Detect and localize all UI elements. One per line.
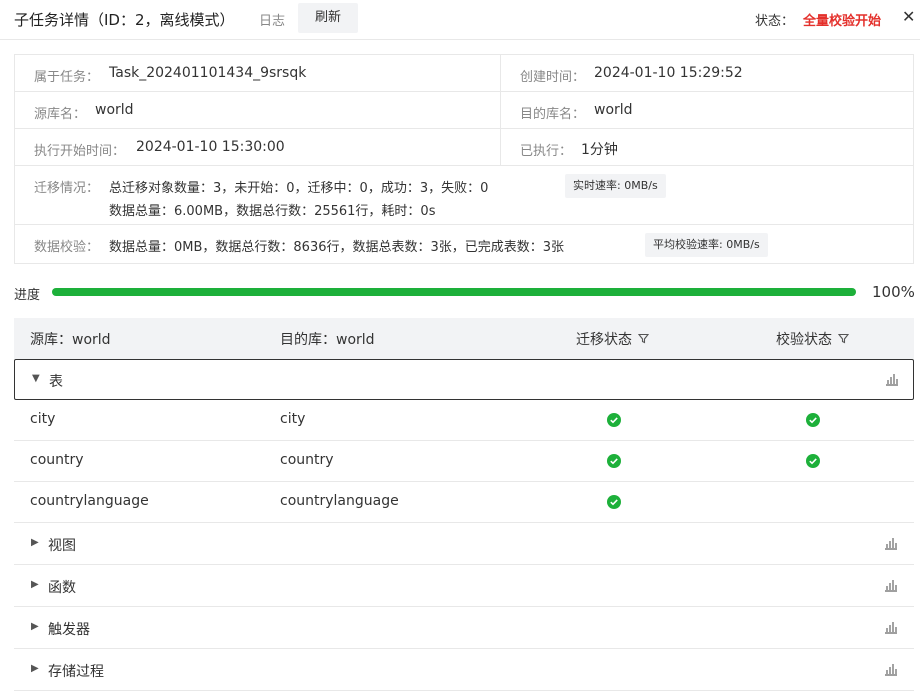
object-group-name: 视图 <box>48 535 76 555</box>
page-header: 子任务详情（ID：2，离线模式） 日志 刷新 状态： 全量校验开始 ✕ <box>0 0 920 40</box>
close-icon[interactable]: ✕ <box>902 9 915 25</box>
check-circle-icon <box>607 495 621 509</box>
info-cell-target-db: 目的库名： world <box>501 92 913 128</box>
object-group-name: 表 <box>49 371 63 391</box>
verify-status-header-label: 校验状态 <box>776 332 832 348</box>
table-row: city city <box>14 400 914 441</box>
status-value: 全量校验开始 <box>803 10 881 29</box>
target-db-value: world <box>594 102 633 118</box>
verify-status-column-header: 校验状态 <box>776 329 849 349</box>
verify-row: 数据校验： 数据总量：0MB，数据总行数：8636行，数据总表数：3张，已完成表… <box>15 225 913 263</box>
target-db-column-header: 目的库：world <box>280 329 375 349</box>
object-group-procedures[interactable]: ▶ 存储过程 <box>14 650 914 691</box>
start-time-value: 2024-01-10 15:30:00 <box>136 139 285 155</box>
check-circle-icon <box>806 413 820 427</box>
object-group-name: 存储过程 <box>48 661 104 681</box>
object-group-tables[interactable]: ▼ 表 <box>14 359 914 400</box>
info-cell-start-time: 执行开始时间： 2024-01-10 15:30:00 <box>15 129 501 165</box>
info-cell-elapsed: 已执行： 1分钟 <box>501 129 913 165</box>
info-cell-task: 属于任务： Task_202401101434_9srsqk <box>15 55 501 91</box>
log-link[interactable]: 日志 <box>259 10 285 29</box>
caret-right-icon[interactable]: ▶ <box>31 621 39 632</box>
info-row: 属于任务： Task_202401101434_9srsqk 创建时间： 202… <box>15 55 913 92</box>
filter-icon[interactable] <box>638 333 649 347</box>
bar-chart-icon[interactable] <box>884 620 898 634</box>
status-label: 状态： <box>755 10 794 29</box>
table-header: 源库：world 目的库：world 迁移状态 校验状态 <box>14 318 914 359</box>
migrate-status-header-label: 迁移状态 <box>576 332 632 348</box>
source-db-value: world <box>95 102 134 118</box>
caret-right-icon[interactable]: ▶ <box>31 579 39 590</box>
target-db-label: 目的库名： <box>520 103 585 122</box>
refresh-button[interactable]: 刷新 <box>298 3 358 33</box>
object-group-name: 触发器 <box>48 619 90 639</box>
info-row: 执行开始时间： 2024-01-10 15:30:00 已执行： 1分钟 <box>15 129 913 166</box>
info-cell-source-db: 源库名： world <box>15 92 501 128</box>
start-time-label: 执行开始时间： <box>34 140 125 159</box>
info-cell-created: 创建时间： 2024-01-10 15:29:52 <box>501 55 913 91</box>
progress-label: 进度 <box>14 284 40 303</box>
check-circle-icon <box>607 413 621 427</box>
verify-summary: 数据总量：0MB，数据总行数：8636行，数据总表数：3张，已完成表数：3张 <box>109 236 564 255</box>
page-title: 子任务详情（ID：2，离线模式） <box>14 9 235 30</box>
target-object-name: countrylanguage <box>280 493 399 509</box>
migration-data-summary: 数据总量：6.00MB，数据总行数：25561行，耗时：0s <box>109 200 435 219</box>
source-object-name: city <box>30 411 55 427</box>
elapsed-value: 1分钟 <box>581 139 618 159</box>
caret-right-icon[interactable]: ▶ <box>31 663 39 674</box>
created-value: 2024-01-10 15:29:52 <box>594 65 743 81</box>
filter-icon[interactable] <box>838 333 849 347</box>
migration-speed-badge: 实时速率: 0MB/s <box>565 174 666 198</box>
migration-row: 迁移情况： 总迁移对象数量：3，未开始：0，迁移中：0，成功：3，失败：0 数据… <box>15 166 913 225</box>
task-value: Task_202401101434_9srsqk <box>109 65 306 81</box>
progress-bar <box>52 288 856 296</box>
target-object-name: country <box>280 452 334 468</box>
elapsed-label: 已执行： <box>520 140 572 159</box>
object-group-triggers[interactable]: ▶ 触发器 <box>14 608 914 649</box>
check-circle-icon <box>806 454 820 468</box>
progress-bar-fill <box>52 288 856 296</box>
target-object-name: city <box>280 411 305 427</box>
created-label: 创建时间： <box>520 66 585 85</box>
task-label: 属于任务： <box>34 66 99 85</box>
verify-label: 数据校验： <box>34 236 99 255</box>
caret-down-icon[interactable]: ▼ <box>32 373 40 384</box>
source-object-name: countrylanguage <box>30 493 149 509</box>
migration-summary: 总迁移对象数量：3，未开始：0，迁移中：0，成功：3，失败：0 <box>109 177 488 196</box>
bar-chart-icon[interactable] <box>884 536 898 550</box>
object-group-functions[interactable]: ▶ 函数 <box>14 566 914 607</box>
migrate-status-column-header: 迁移状态 <box>576 329 649 349</box>
bar-chart-icon[interactable] <box>884 578 898 592</box>
migration-label: 迁移情况： <box>34 177 99 196</box>
object-table: 源库：world 目的库：world 迁移状态 校验状态 ▼ 表 city ci… <box>14 318 914 692</box>
table-row: countrylanguage countrylanguage <box>14 482 914 523</box>
info-row: 源库名： world 目的库名： world <box>15 92 913 129</box>
table-row: country country <box>14 441 914 482</box>
source-object-name: country <box>30 452 84 468</box>
bar-chart-icon[interactable] <box>884 662 898 676</box>
source-db-label: 源库名： <box>34 103 86 122</box>
caret-right-icon[interactable]: ▶ <box>31 537 39 548</box>
source-db-column-header: 源库：world <box>30 329 111 349</box>
task-info-panel: 属于任务： Task_202401101434_9srsqk 创建时间： 202… <box>14 54 914 264</box>
object-group-name: 函数 <box>48 577 76 597</box>
object-group-views[interactable]: ▶ 视图 <box>14 524 914 565</box>
verify-speed-badge: 平均校验速率: 0MB/s <box>645 233 768 257</box>
check-circle-icon <box>607 454 621 468</box>
progress-percent: 100% <box>872 283 915 301</box>
bar-chart-icon[interactable] <box>885 372 899 386</box>
